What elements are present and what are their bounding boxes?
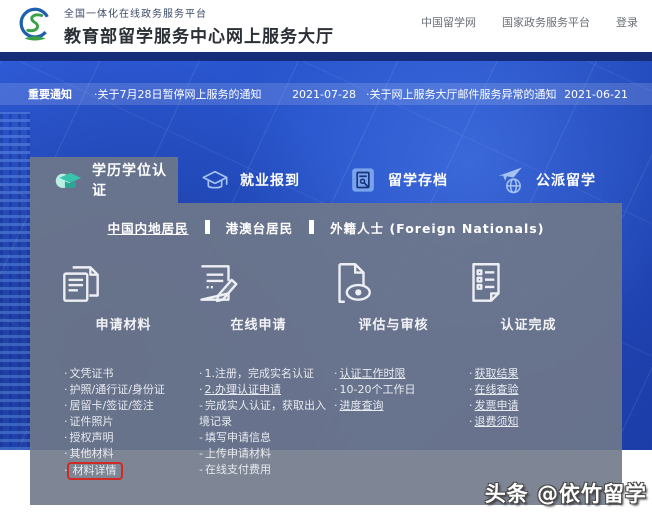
tab-label: 就业报到 (240, 173, 300, 189)
list-item: · 2.办理认证申请 (199, 383, 282, 396)
divider (204, 220, 210, 234)
list-item: · 其他材料 (64, 447, 114, 460)
site-logo-icon (19, 7, 51, 41)
list-item: · 护照/通行证/身份证 (64, 383, 165, 396)
list-item: - 填写申请信息 (199, 431, 271, 444)
tab-study-archive[interactable]: 留学存档 (326, 157, 474, 203)
checklist-document-icon (472, 263, 500, 302)
audience-nav: 中国内地居民 港澳台居民 外籍人士 (Foreign Nationals) (30, 216, 622, 238)
header-links: 中国留学网 国家政务服务平台 登录 (421, 0, 638, 30)
list-item: · 1.注册，完成实名认证 (199, 367, 315, 380)
airplane-globe-icon (498, 167, 522, 194)
step-link-diploma[interactable]: 文凭证书 (70, 367, 114, 380)
step-link-passport[interactable]: 护照/通行证/身份证 (70, 383, 165, 396)
list-item: · 发票申请 (469, 399, 519, 412)
step-link-get-result[interactable]: 获取结果 (475, 367, 519, 380)
list-item: · 退费须知 (469, 415, 519, 428)
notice-link-2[interactable]: ·关于网上服务大厅邮件服务异常的通知 (366, 86, 564, 102)
list-item: - 在线支付费用 (199, 463, 271, 476)
login-link[interactable]: 登录 (616, 14, 638, 30)
tab-label: 公派留学 (536, 173, 596, 189)
audience-tab-hmt[interactable]: 港澳台居民 (226, 218, 294, 237)
tab-degree-certification[interactable]: 学历学位认证 (30, 157, 178, 203)
notice-label: 重要通知 (28, 88, 72, 101)
step-review: 评估与审核 (326, 258, 461, 333)
tab-label: 学历学位认证 (92, 163, 167, 199)
list-item: · 居留卡/签证/签注 (64, 399, 154, 412)
step-link-invoice-request[interactable]: 发票申请 (475, 399, 519, 412)
divider (309, 220, 315, 234)
header-link-china-study[interactable]: 中国留学网 (421, 14, 476, 30)
step-title: 申请材料 (95, 318, 152, 333)
step-online-application: 在线申请 (191, 258, 326, 333)
main-tabs: 学历学位认证 就业报到 留学存档 公派留学 (30, 157, 622, 203)
list-item: · 10-20个工作日 (334, 383, 416, 396)
step-link-refund-notice[interactable]: 退费须知 (475, 415, 519, 428)
step-completion: 认证完成 (461, 258, 596, 333)
graduation-cap-filled-icon (55, 172, 82, 188)
certification-panel: 中国内地居民 港澳台居民 外籍人士 (Foreign Nationals) 申请… (30, 203, 622, 505)
step-title: 评估与审核 (358, 318, 429, 333)
online-application-list: · 1.注册，完成实名认证 · 2.办理认证申请 - 完成实人认证，获取出入境记录 -… (191, 366, 326, 480)
notice-link-1[interactable]: ·关于7月28日暂停网上服务的通知 (94, 86, 292, 102)
documents-icon (63, 266, 99, 302)
step-link-id-photo[interactable]: 证件照片 (70, 415, 114, 428)
notice-bar: 重要通知 ·关于7月28日暂停网上服务的通知 2021-07-28 ·关于网上服… (0, 83, 652, 105)
review-eye-document-icon (338, 263, 371, 303)
step-link-fill-info[interactable]: 填写申请信息 (205, 431, 271, 444)
list-item: · 进度查询 (334, 399, 384, 412)
notice-date-2: 2021-06-21 (564, 87, 628, 101)
steps-lists-row: · 文凭证书 · 护照/通行证/身份证 · 居留卡/签证/签注 · 证件照片 · 授权声明… (56, 353, 596, 480)
list-item: · 在线查验 (469, 383, 519, 396)
review-list: · 认证工作时限 · 10-20个工作日 · 进度查询 (326, 366, 461, 480)
step-link-register[interactable]: 1.注册，完成实名认证 (205, 367, 315, 380)
graduation-cap-outline-icon (202, 170, 228, 189)
step-application-materials: 申请材料 (56, 258, 191, 333)
step-link-working-days[interactable]: 10-20个工作日 (340, 383, 416, 396)
list-item: · 获取结果 (469, 367, 519, 380)
list-item: · 认证工作时限 (334, 367, 406, 380)
platform-label: 全国一体化在线政务服务平台 (64, 9, 207, 20)
step-link-real-person-auth[interactable]: 完成实人认证，获取出入境记录 (199, 399, 326, 428)
step-title: 认证完成 (500, 318, 557, 333)
archive-document-icon (352, 168, 374, 192)
step-link-authorization[interactable]: 授权声明 (70, 431, 114, 444)
list-item: · 授权声明 (64, 431, 114, 444)
site-title: 教育部留学服务中心网上服务大厅 (64, 27, 334, 47)
list-item: · 文凭证书 (64, 367, 114, 380)
completion-list: · 获取结果 · 在线查验 · 发票申请 · 退费须知 (461, 366, 596, 480)
step-link-online-verify[interactable]: 在线查验 (475, 383, 519, 396)
tab-label: 留学存档 (388, 173, 448, 189)
edit-document-icon (200, 265, 238, 303)
tab-government-sponsored-study[interactable]: 公派留学 (474, 157, 622, 203)
step-link-pay-online[interactable]: 在线支付费用 (205, 463, 271, 476)
notice-date-1: 2021-07-28 (292, 87, 356, 101)
step-link-other-materials[interactable]: 其他材料 (70, 447, 114, 460)
steps-header-row: 申请材料 在线申请 评估与审核 认证完成 (56, 258, 596, 333)
application-materials-list: · 文凭证书 · 护照/通行证/身份证 · 居留卡/签证/签注 · 证件照片 · 授权声明… (56, 366, 191, 480)
audience-tab-foreign[interactable]: 外籍人士 (Foreign Nationals) (330, 218, 544, 237)
step-link-residence-card[interactable]: 居留卡/签证/签注 (70, 399, 154, 412)
list-item: - 完成实人认证，获取出入境记录 (199, 399, 326, 428)
step-link-time-limit[interactable]: 认证工作时限 (340, 367, 406, 380)
list-item: - 上传申请材料 (199, 447, 271, 460)
list-item: · 材料详情 (64, 462, 191, 480)
step-link-progress-query[interactable]: 进度查询 (340, 399, 384, 412)
step-title: 在线申请 (230, 318, 287, 333)
header-link-gov-platform[interactable]: 国家政务服务平台 (502, 14, 590, 30)
watermark-text: 头条 @依竹留学 (484, 482, 647, 506)
audience-tab-mainland[interactable]: 中国内地居民 (108, 218, 189, 237)
step-link-apply-certification[interactable]: 2.办理认证申请 (205, 383, 282, 396)
site-brand: 全国一体化在线政务服务平台 教育部留学服务中心网上服务大厅 (14, 5, 334, 47)
material-details-link-highlighted[interactable]: 材料详情 (66, 462, 123, 480)
building-texture (0, 112, 30, 450)
list-item: · 证件照片 (64, 415, 114, 428)
step-link-upload-materials[interactable]: 上传申请材料 (205, 447, 271, 460)
tab-employment-registration[interactable]: 就业报到 (178, 157, 326, 203)
site-header: 全国一体化在线政务服务平台 教育部留学服务中心网上服务大厅 中国留学网 国家政务… (0, 0, 652, 52)
